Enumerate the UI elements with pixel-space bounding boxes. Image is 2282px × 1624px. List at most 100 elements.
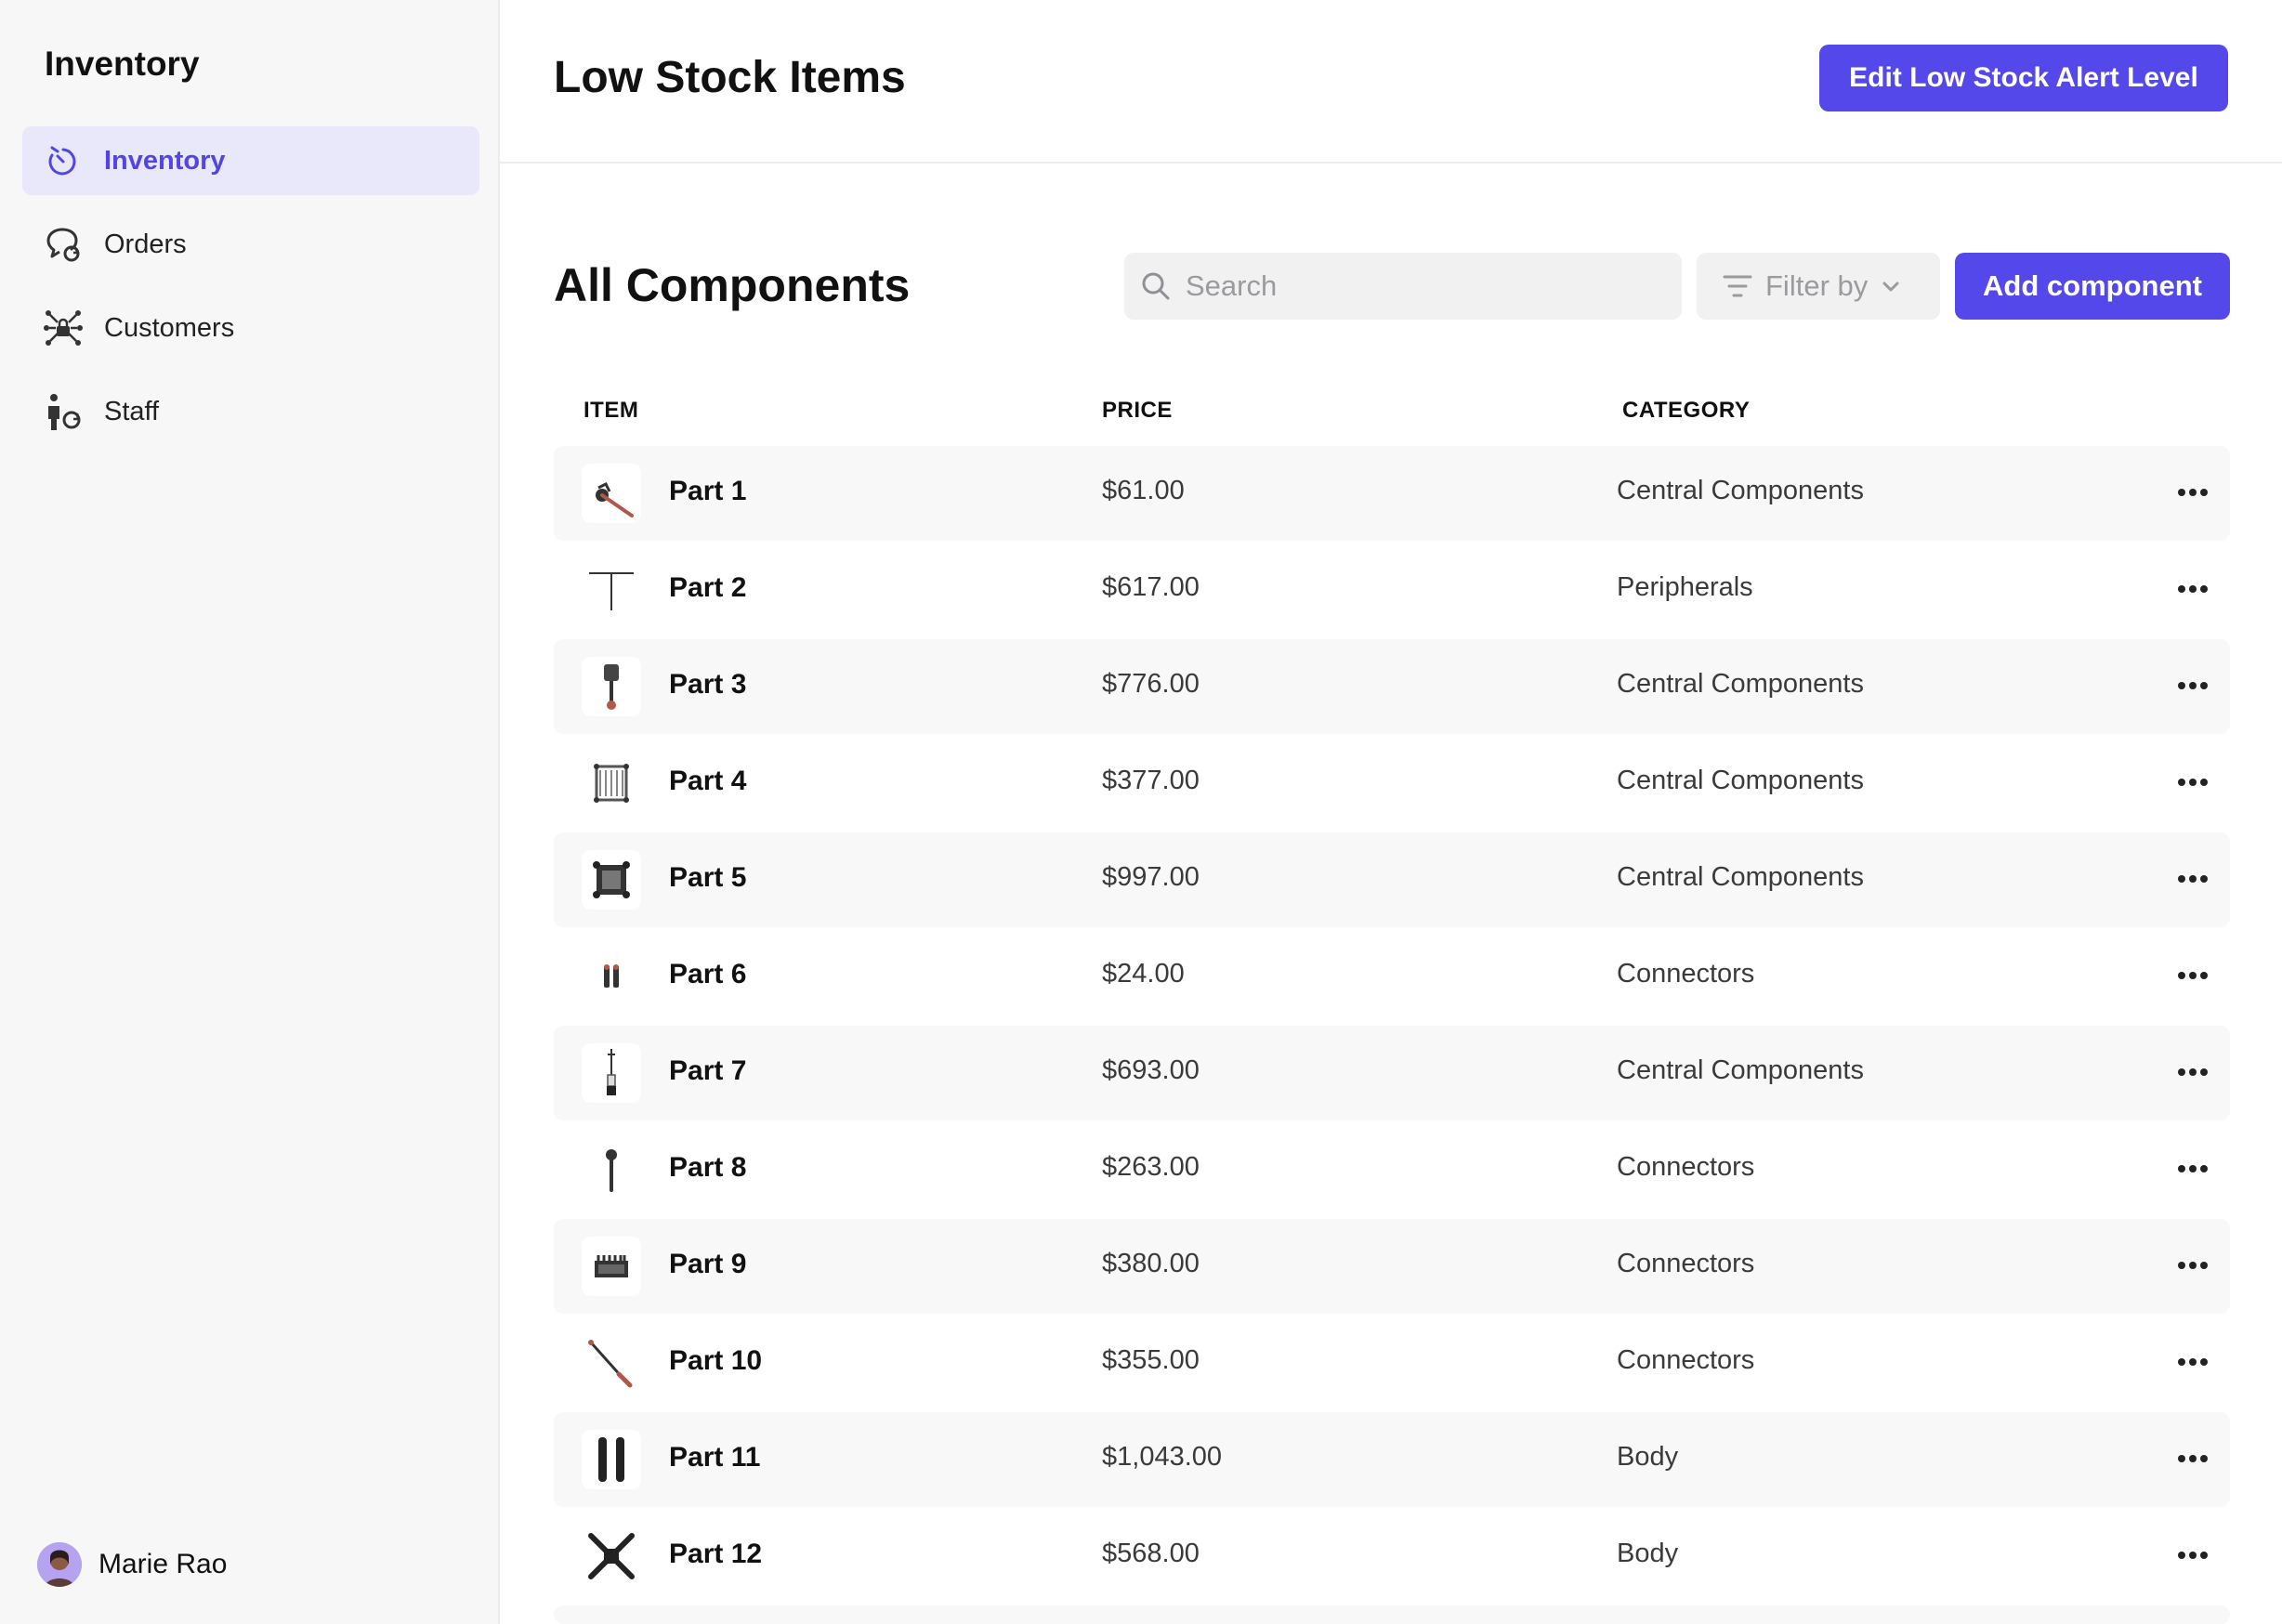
item-name: Part 4 — [669, 766, 747, 796]
item-category: Connectors — [1617, 959, 1755, 989]
sidebar-item-label: Inventory — [104, 145, 226, 176]
edit-low-stock-alert-button[interactable]: Edit Low Stock Alert Level — [1819, 45, 2228, 111]
item-name: Part 6 — [669, 959, 747, 989]
item-name: Part 9 — [669, 1249, 747, 1279]
search-input[interactable] — [1184, 268, 1652, 304]
part-image — [582, 464, 641, 523]
page-title: Low Stock Items — [554, 53, 906, 102]
table-row[interactable]: Part 7 $693.00 Central Components — [554, 1026, 2230, 1120]
more-options-icon[interactable] — [2172, 764, 2213, 801]
more-options-icon[interactable] — [2172, 1247, 2213, 1284]
top-header: Low Stock Items Edit Low Stock Alert Lev… — [500, 0, 2282, 164]
table-row[interactable]: Part 4 $377.00 Central Components — [554, 736, 2230, 831]
sidebar-item-inventory[interactable]: Inventory — [22, 126, 479, 195]
item-category: Central Components — [1617, 476, 1864, 505]
table-row[interactable]: Part 8 $263.00 Connectors — [554, 1122, 2230, 1217]
column-header-category: CATEGORY — [1622, 398, 1751, 423]
item-price: $568.00 — [1102, 1539, 1200, 1568]
table-row[interactable]: Part 3 $776.00 Central Components — [554, 639, 2230, 734]
item-category: Connectors — [1617, 1152, 1755, 1182]
item-price: $355.00 — [1102, 1345, 1200, 1375]
item-price: $377.00 — [1102, 766, 1200, 795]
part-image — [582, 1043, 641, 1103]
item-name: Part 1 — [669, 476, 747, 506]
item-price: $1,043.00 — [1102, 1442, 1223, 1472]
more-options-icon[interactable] — [2172, 1343, 2213, 1381]
sidebar-item-label: Staff — [104, 396, 160, 426]
part-image — [582, 1430, 641, 1489]
table-row[interactable]: Part 10 $355.00 Connectors — [554, 1316, 2230, 1410]
search-icon — [1141, 271, 1171, 301]
item-price: $617.00 — [1102, 572, 1200, 602]
more-options-icon[interactable] — [2172, 957, 2213, 994]
user-name: Marie Rao — [98, 1549, 228, 1579]
item-price: $693.00 — [1102, 1055, 1200, 1085]
more-options-icon[interactable] — [2172, 1537, 2213, 1574]
table-row[interactable]: Part 12 $568.00 Body — [554, 1509, 2230, 1604]
person-refresh-icon — [43, 391, 84, 432]
item-name: Part 5 — [669, 862, 747, 893]
more-options-icon[interactable] — [2172, 860, 2213, 897]
item-category: Central Components — [1617, 669, 1864, 699]
table-row[interactable]: Part 2 $617.00 Peripherals — [554, 543, 2230, 637]
more-options-icon[interactable] — [2172, 667, 2213, 704]
table-row[interactable]: Part 5 $997.00 Central Components — [554, 832, 2230, 927]
part-image — [582, 1237, 641, 1296]
more-options-icon[interactable] — [2172, 474, 2213, 511]
sidebar-item-label: Customers — [104, 312, 235, 343]
item-category: Connectors — [1617, 1345, 1755, 1375]
add-component-button[interactable]: Add component — [1955, 253, 2230, 320]
more-options-icon[interactable] — [2172, 570, 2213, 608]
part-image — [582, 1526, 641, 1586]
sidebar-item-customers[interactable]: Customers — [22, 294, 479, 362]
item-category: Central Components — [1617, 1055, 1864, 1085]
table-row[interactable]: Part 11 $1,043.00 Body — [554, 1412, 2230, 1507]
table-row-partial — [554, 1605, 2230, 1624]
item-category: Peripherals — [1617, 572, 1753, 602]
item-name: Part 11 — [669, 1442, 761, 1473]
item-name: Part 7 — [669, 1055, 747, 1086]
more-options-icon[interactable] — [2172, 1150, 2213, 1187]
item-category: Body — [1617, 1442, 1679, 1472]
part-image — [582, 1140, 641, 1199]
part-image — [582, 1333, 641, 1393]
item-price: $776.00 — [1102, 669, 1200, 699]
app-title: Inventory — [45, 45, 200, 83]
user-profile[interactable]: Marie Rao — [37, 1542, 227, 1587]
chevron-down-icon — [1881, 276, 1901, 296]
main-content: Low Stock Items Edit Low Stock Alert Lev… — [500, 0, 2282, 1624]
part-image — [582, 753, 641, 813]
network-lock-icon — [43, 308, 84, 348]
sidebar-item-staff[interactable]: Staff — [22, 377, 479, 446]
part-image — [582, 947, 641, 1006]
table-row[interactable]: Part 1 $61.00 Central Components — [554, 446, 2230, 541]
sidebar-item-orders[interactable]: Orders — [22, 210, 479, 279]
item-price: $997.00 — [1102, 862, 1200, 892]
column-header-item: ITEM — [584, 398, 639, 423]
item-name: Part 10 — [669, 1345, 763, 1376]
more-options-icon[interactable] — [2172, 1440, 2213, 1477]
stopwatch-icon — [43, 140, 84, 181]
filter-dropdown[interactable]: Filter by — [1697, 253, 1940, 320]
item-category: Central Components — [1617, 862, 1864, 892]
item-price: $263.00 — [1102, 1152, 1200, 1182]
item-name: Part 3 — [669, 669, 747, 700]
item-name: Part 8 — [669, 1152, 747, 1183]
item-price: $61.00 — [1102, 476, 1185, 505]
item-category: Central Components — [1617, 766, 1864, 795]
filter-label: Filter by — [1765, 269, 1869, 302]
table-row[interactable]: Part 6 $24.00 Connectors — [554, 929, 2230, 1024]
section-title: All Components — [554, 259, 911, 311]
item-price: $380.00 — [1102, 1249, 1200, 1278]
table-row[interactable]: Part 9 $380.00 Connectors — [554, 1219, 2230, 1314]
search-box[interactable] — [1124, 253, 1682, 320]
part-image — [582, 560, 641, 620]
filter-icon — [1723, 273, 1752, 299]
sidebar: Inventory Inventory Orders Customers Sta… — [0, 0, 500, 1624]
chat-refresh-icon — [43, 224, 84, 265]
part-image — [582, 657, 641, 716]
more-options-icon[interactable] — [2172, 1054, 2213, 1091]
item-name: Part 2 — [669, 572, 747, 603]
item-price: $24.00 — [1102, 959, 1185, 989]
item-category: Body — [1617, 1539, 1679, 1568]
